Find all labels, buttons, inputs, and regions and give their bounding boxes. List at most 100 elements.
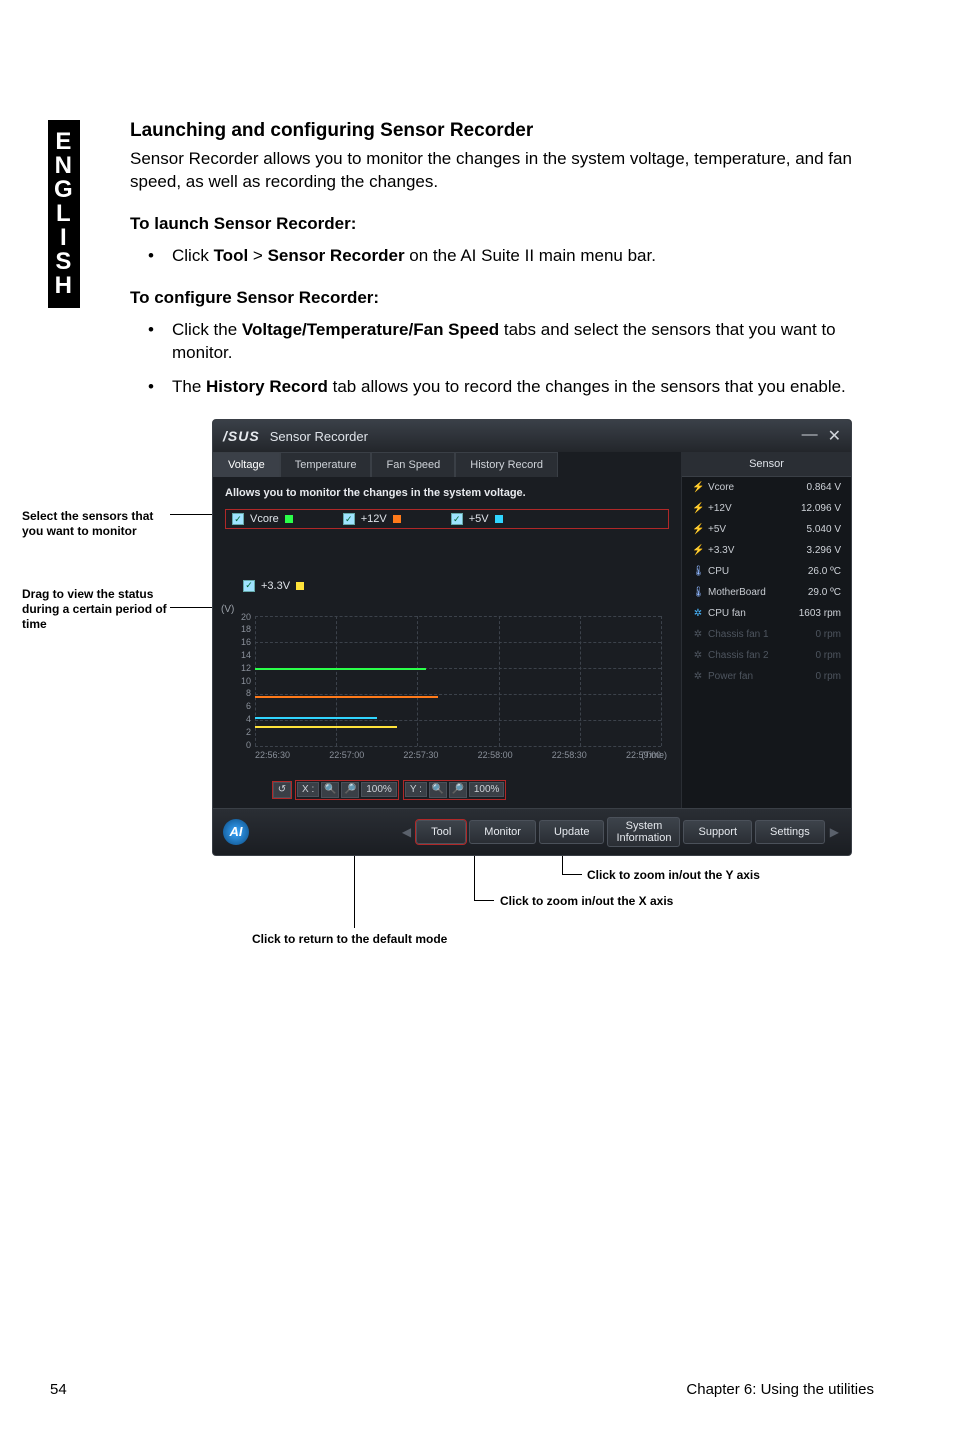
sensor-panel: Sensor ⚡Vcore0.864 V⚡+12V12.096 V⚡+5V5.0… (681, 452, 851, 808)
system-info-button[interactable]: System Information (607, 817, 680, 847)
page-footer: 54 Chapter 6: Using the utilities (50, 1381, 874, 1398)
tab-voltage[interactable]: Voltage (213, 452, 280, 477)
y-zoom-value: 100% (469, 782, 505, 797)
sensor-row: ✲CPU fan1603 rpm (682, 603, 851, 624)
y-ticks: 20 18 16 14 12 10 8 6 4 2 0 (237, 612, 251, 750)
x-ticks: 22:56:30 22:57:00 22:57:30 22:58:00 22:5… (255, 750, 661, 760)
x-zoom-in[interactable]: 🔍 (321, 782, 339, 798)
x-zoom-value: 100% (361, 782, 397, 797)
settings-button[interactable]: Settings (755, 820, 825, 844)
sensor-name: CPU (708, 566, 808, 577)
voltage-chart[interactable]: (V) 20 18 16 14 12 10 8 6 4 (241, 604, 671, 774)
sensor-row: ⚡+12V12.096 V (682, 498, 851, 519)
tabs: Voltage Temperature Fan Speed History Re… (213, 452, 681, 477)
sensor-row: 🌡 MotherBoard29.0 ºC (682, 582, 851, 603)
sensor-name: Vcore (708, 482, 807, 493)
chapter-label: Chapter 6: Using the utilities (686, 1381, 874, 1398)
time-label: (Time) (641, 750, 667, 760)
asus-logo: /SUS (223, 428, 260, 444)
nav-left[interactable]: ◀ (400, 825, 413, 839)
sensor-row: 🌡CPU26.0 ºC (682, 561, 851, 582)
series-5v (255, 717, 377, 719)
sensor-value: 3.296 V (807, 545, 841, 556)
configure-heading: To configure Sensor Recorder: (130, 288, 874, 308)
tool-button[interactable]: Tool (416, 820, 466, 844)
close-button[interactable]: ✕ (828, 426, 841, 446)
sensor-icon: ✲ (692, 671, 704, 682)
swatch-orange (393, 515, 401, 523)
sensor-icon: 🌡 (692, 587, 704, 598)
sensor-value: 0 rpm (815, 650, 841, 661)
sensor-name: CPU fan (708, 608, 799, 619)
series-12v (255, 696, 438, 698)
sensor-value: 0 rpm (815, 629, 841, 640)
sensor-row: ⚡ Vcore0.864 V (682, 477, 851, 498)
sensor-value: 0.864 V (807, 482, 841, 493)
update-button[interactable]: Update (539, 820, 604, 844)
language-tab-text: ENGLISH (54, 130, 74, 298)
titlebar: /SUS Sensor Recorder — ✕ (213, 420, 851, 452)
label-select-sensors: Select the sensors that you want to moni… (22, 509, 172, 539)
minimize-button[interactable]: — (802, 426, 818, 446)
sensor-value: 0 rpm (815, 671, 841, 682)
sensor-name: +12V (708, 503, 801, 514)
sensor-value: 29.0 ºC (808, 587, 841, 598)
series-vcore (255, 668, 426, 670)
figure: Select the sensors that you want to moni… (152, 419, 852, 966)
callout-y-axis: Click to zoom in/out the Y axis (587, 868, 760, 882)
sensor-recorder-window: /SUS Sensor Recorder — ✕ Voltage Tempera… (212, 419, 852, 856)
checkbox-12v[interactable]: ✓+12V (343, 513, 401, 525)
sensor-name: MotherBoard (708, 587, 808, 598)
nav-right[interactable]: ▶ (828, 825, 841, 839)
sensor-value: 1603 rpm (799, 608, 841, 619)
y-zoom-label: Y : (405, 782, 427, 797)
ai-logo[interactable]: AI (223, 819, 249, 845)
checkbox-3v3[interactable]: ✓+3.3V (243, 580, 304, 592)
tab-fan-speed[interactable]: Fan Speed (371, 452, 455, 477)
sensor-icon: ⚡ (692, 482, 704, 493)
page-number: 54 (50, 1381, 67, 1398)
series-3v3 (255, 726, 397, 728)
launch-step: Click Tool > Sensor Recorder on the AI S… (130, 244, 874, 268)
window-title: Sensor Recorder (270, 429, 368, 444)
sensor-name: Chassis fan 1 (708, 629, 815, 640)
swatch-green (285, 515, 293, 523)
tab-temperature[interactable]: Temperature (280, 452, 372, 477)
y-zoom-in[interactable]: 🔍 (429, 782, 447, 798)
section-heading: Launching and configuring Sensor Recorde… (130, 120, 874, 142)
swatch-yellow (296, 582, 304, 590)
sensor-icon: ⚡ (692, 545, 704, 556)
callouts: Click to zoom in/out the Y axis Click to… (212, 856, 852, 966)
checkbox-vcore[interactable]: ✓Vcore (232, 513, 293, 525)
sensor-value: 12.096 V (801, 503, 841, 514)
tab-history-record[interactable]: History Record (455, 452, 558, 477)
x-zoom-group: X : 🔍 🔎 100% (295, 780, 399, 800)
checkbox-5v[interactable]: ✓+5V (451, 513, 503, 525)
x-zoom-out[interactable]: 🔎 (341, 782, 359, 798)
zoom-bar: ↺ X : 🔍 🔎 100% Y : 🔍 🔎 (213, 780, 681, 808)
sensor-value: 5.040 V (807, 524, 841, 535)
sensor-row: ⚡+3.3V3.296 V (682, 540, 851, 561)
bottom-bar: AI ◀ Tool Monitor Update System Informat… (213, 808, 851, 855)
language-tab: ENGLISH (48, 120, 80, 308)
reset-zoom-button[interactable]: ↺ (273, 782, 291, 798)
y-unit: (V) (221, 604, 234, 615)
sensor-name: Chassis fan 2 (708, 650, 815, 661)
sensor-name: +5V (708, 524, 807, 535)
swatch-cyan (495, 515, 503, 523)
sensor-checkboxes: ✓Vcore ✓+12V ✓+5V ✓+3.3V (213, 505, 681, 600)
configure-step-1: Click the Voltage/Temperature/Fan Speed … (130, 318, 874, 366)
label-drag-view: Drag to view the status during a certain… (22, 587, 172, 632)
x-zoom-label: X : (297, 782, 319, 797)
sensor-icon: ✲ (692, 629, 704, 640)
y-zoom-group: Y : 🔍 🔎 100% (403, 780, 507, 800)
support-button[interactable]: Support (683, 820, 752, 844)
sensor-row-disabled: ✲Chassis fan 20 rpm (682, 645, 851, 666)
sensor-row: ⚡+5V5.040 V (682, 519, 851, 540)
monitor-button[interactable]: Monitor (469, 820, 536, 844)
panel-caption: Allows you to monitor the changes in the… (213, 477, 681, 505)
launch-heading: To launch Sensor Recorder: (130, 214, 874, 234)
sensor-name: Power fan (708, 671, 815, 682)
sensor-value: 26.0 ºC (808, 566, 841, 577)
y-zoom-out[interactable]: 🔎 (449, 782, 467, 798)
